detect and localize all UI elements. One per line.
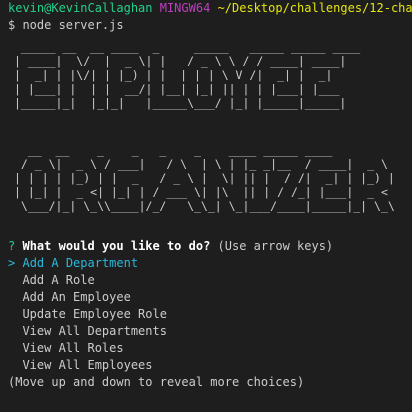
- choice-selected-label: Add A Department: [22, 256, 139, 270]
- choice-label: Add An Employee: [22, 290, 131, 304]
- choice-add-employee[interactable]: Add An Employee: [8, 289, 412, 306]
- choice-label: View All Roles: [22, 341, 124, 355]
- choice-pointer: >: [8, 256, 16, 270]
- choice-label: View All Departments: [22, 324, 167, 338]
- question-mark: ?: [8, 239, 16, 253]
- choice-view-departments[interactable]: View All Departments: [8, 323, 412, 340]
- ascii-banner-organizer: __ __ _ _ _ _ ____ _____ ____ / _ \| _ \…: [14, 143, 395, 213]
- choice-view-employees[interactable]: View All Employees: [8, 357, 412, 374]
- prompt-host: MINGW64: [159, 1, 211, 15]
- question-hint: (Use arrow keys): [217, 239, 334, 253]
- ascii-banner-employee: _____ __ __ ____ _ _____ _____ _____ ___…: [14, 40, 361, 110]
- command-line: $ node server.js: [8, 17, 412, 34]
- choice-selected[interactable]: > Add A Department: [8, 255, 412, 272]
- choice-label: Add A Role: [22, 273, 95, 287]
- terminal-window[interactable]: kevin@KevinCallaghan MINGW64 ~/Desktop/c…: [0, 0, 412, 412]
- choice-label: Update Employee Role: [22, 307, 167, 321]
- choice-update-employee-role[interactable]: Update Employee Role: [8, 306, 412, 323]
- command-text: $ node server.js: [8, 18, 124, 32]
- prompt-path: ~/Desktop/challenges/12-chall: [217, 1, 412, 15]
- question-line: ? What would you like to do? (Use arrow …: [8, 238, 412, 255]
- prompt-user: kevin@KevinCallaghan: [8, 1, 153, 15]
- more-choices-hint: (Move up and down to reveal more choices…: [8, 375, 305, 389]
- question-text: What would you like to do?: [22, 239, 211, 253]
- shell-prompt-line: kevin@KevinCallaghan MINGW64 ~/Desktop/c…: [8, 0, 412, 17]
- choice-add-role[interactable]: Add A Role: [8, 272, 412, 289]
- choice-label: View All Employees: [22, 358, 153, 372]
- choice-view-roles[interactable]: View All Roles: [8, 340, 412, 357]
